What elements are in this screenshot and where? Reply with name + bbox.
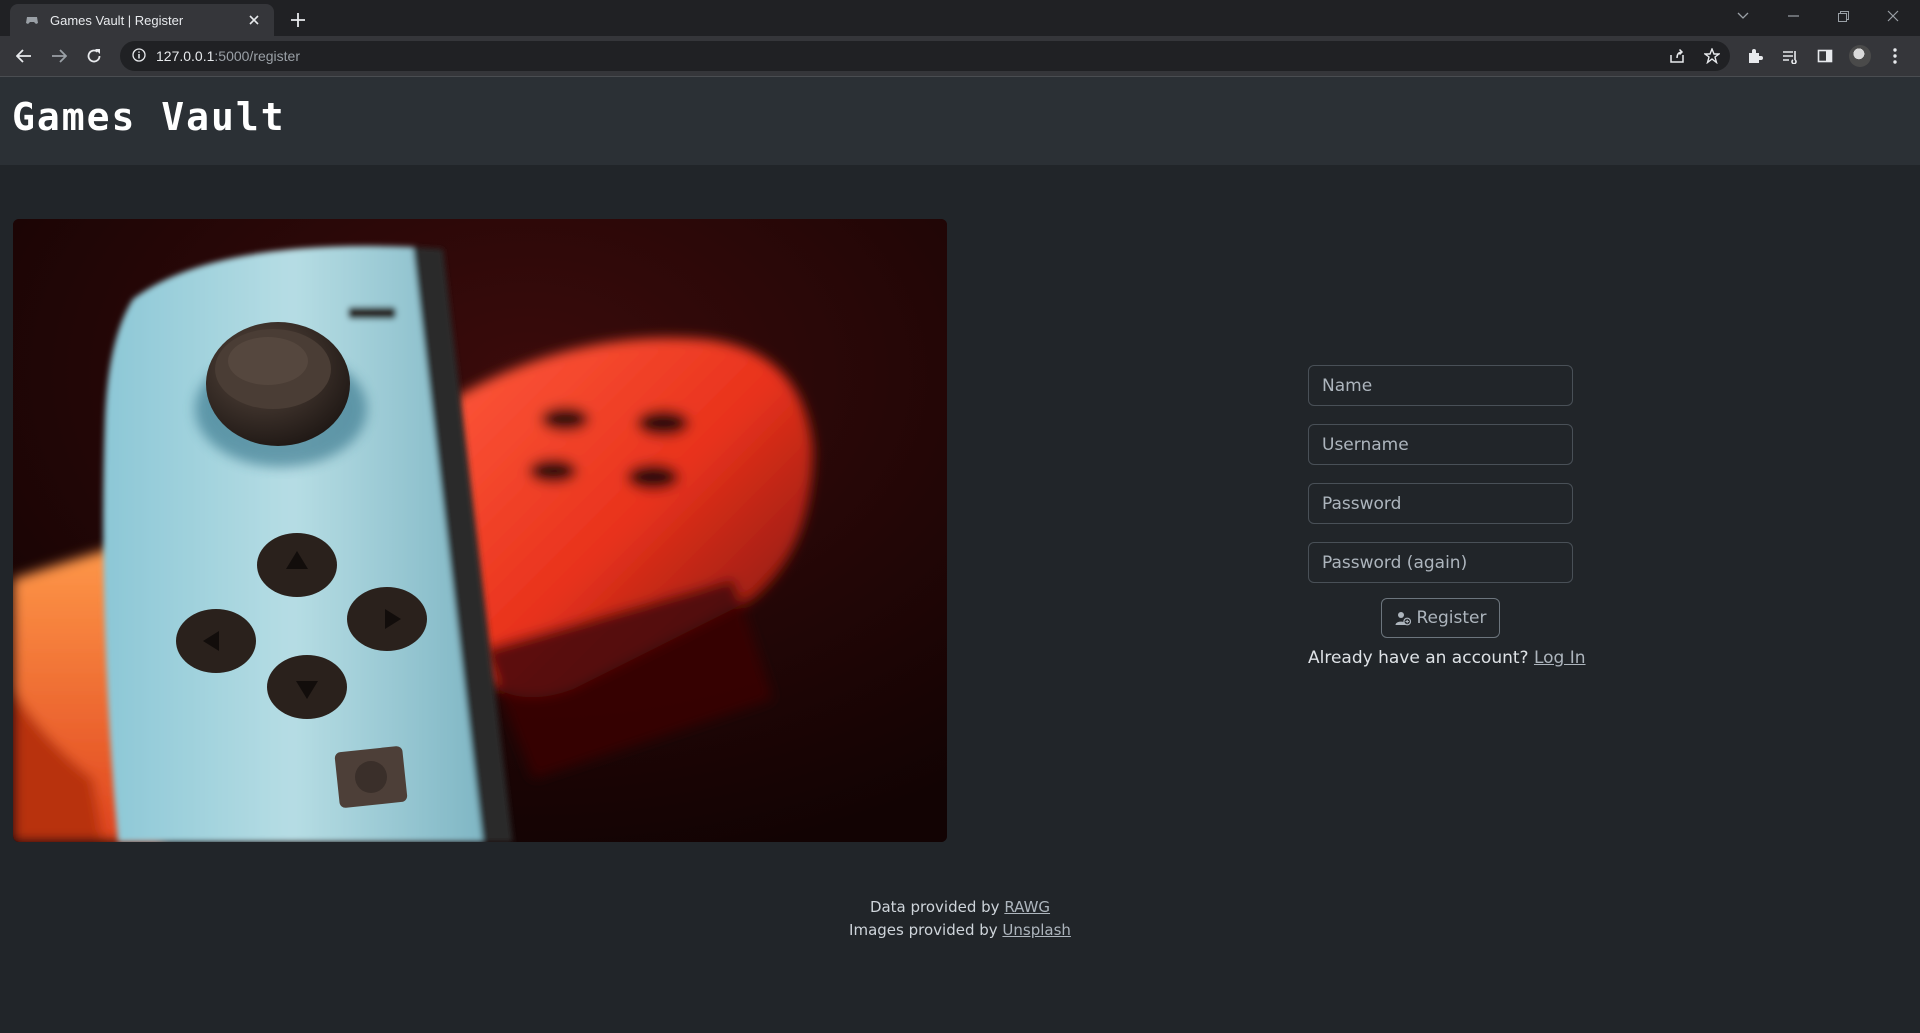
tab-close-icon[interactable] [244,10,264,30]
register-button-label: Register [1416,608,1487,628]
browser-toolbar: 127.0.0.1:5000/register [0,36,1920,77]
url-text: 127.0.0.1:5000/register [156,48,300,64]
images-credit-text: Images provided by [849,921,998,939]
hero-image [13,219,947,842]
forward-button[interactable] [45,42,73,70]
username-input[interactable] [1308,424,1573,465]
register-form: Register Already have an account? Log In [1308,365,1586,668]
reload-button[interactable] [80,42,108,70]
site-brand[interactable]: Games Vault [12,95,286,139]
login-prompt-text: Already have an account? [1308,648,1529,668]
address-bar[interactable]: 127.0.0.1:5000/register [120,41,1730,71]
login-link[interactable]: Log In [1534,648,1586,668]
side-panel-icon[interactable] [1813,44,1837,68]
add-user-icon [1395,612,1411,626]
site-info-icon[interactable] [132,47,146,66]
name-input[interactable] [1308,365,1573,406]
restore-button[interactable] [1820,0,1866,32]
register-button[interactable]: Register [1381,598,1500,638]
tab-search-icon[interactable] [1720,0,1766,32]
game-controller-photo-icon [13,219,947,842]
password-input[interactable] [1308,483,1573,524]
tab-title: Games Vault | Register [50,12,184,28]
bookmark-star-icon[interactable] [1700,44,1724,68]
site-header: Games Vault [0,77,1920,165]
data-credit: Data provided by RAWG [0,896,1920,919]
login-prompt: Already have an account? Log In [1308,648,1586,668]
browser-tab[interactable]: Games Vault | Register [10,4,274,36]
extensions-puzzle-icon[interactable] [1743,44,1767,68]
rawg-link[interactable]: RAWG [1004,898,1050,916]
site-favicon-icon [24,12,40,28]
share-icon[interactable] [1665,44,1689,68]
browser-menu-icon[interactable] [1883,44,1907,68]
browser-tabstrip: Games Vault | Register [0,0,1920,36]
password-again-input[interactable] [1308,542,1573,583]
site-footer: Data provided by RAWG Images provided by… [0,896,1920,942]
new-tab-button[interactable] [286,8,310,32]
unsplash-link[interactable]: Unsplash [1002,921,1071,939]
reading-list-icon[interactable] [1778,44,1802,68]
back-button[interactable] [10,42,38,70]
profile-avatar[interactable] [1848,44,1872,68]
close-window-button[interactable] [1870,0,1916,32]
data-credit-text: Data provided by [869,898,1000,916]
images-credit: Images provided by Unsplash [0,919,1920,942]
minimize-button[interactable] [1770,0,1816,32]
